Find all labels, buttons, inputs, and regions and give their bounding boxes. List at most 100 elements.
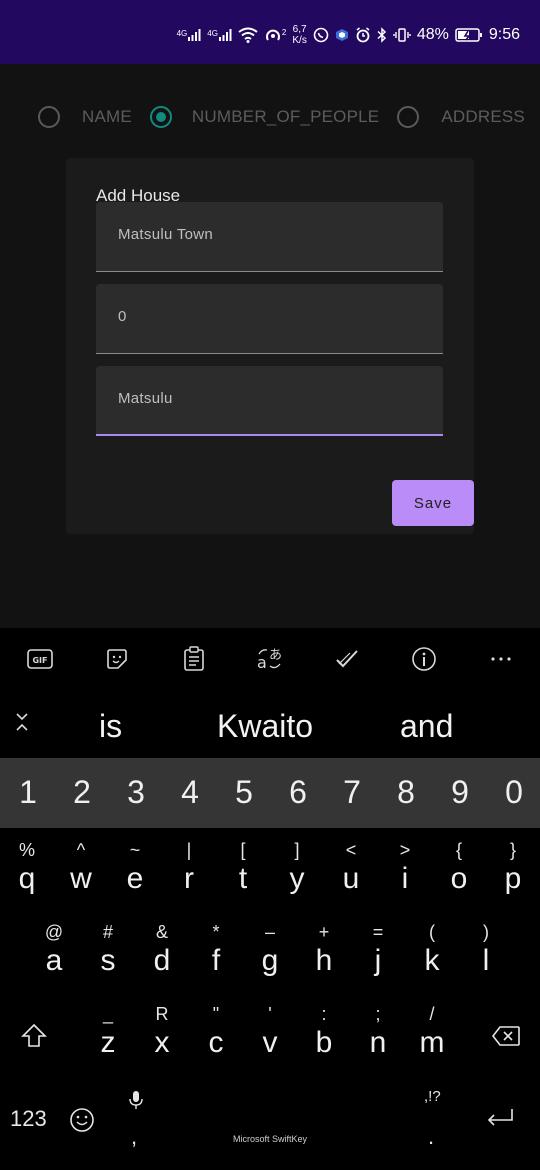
key-primary: a <box>45 944 63 977</box>
sticker-icon[interactable] <box>103 645 131 673</box>
signal-icon-1: 4G <box>177 28 202 42</box>
key-secondary: ; <box>375 1004 381 1024</box>
key-primary: z <box>100 1026 116 1059</box>
radio-name[interactable]: NAME <box>38 106 132 128</box>
key-primary: y <box>289 862 305 895</box>
key-t[interactable]: [t <box>220 838 266 896</box>
key-x[interactable]: Rx <box>139 1002 185 1060</box>
key-secondary: ] <box>294 840 300 860</box>
backspace-icon[interactable] <box>490 1022 522 1050</box>
key-1[interactable]: 1 <box>8 774 48 811</box>
key-n[interactable]: ; n <box>355 1002 401 1060</box>
radio-number-of-people[interactable]: NUMBER_OF_PEOPLE <box>149 106 380 128</box>
key-c[interactable]: " c <box>193 1002 239 1060</box>
clock: 9:56 <box>488 26 520 43</box>
suggestion-2[interactable]: Kwaito <box>217 708 313 745</box>
key-4[interactable]: 4 <box>170 774 210 811</box>
battery-icon <box>455 27 483 43</box>
emoji-icon[interactable] <box>68 1106 96 1134</box>
key-k[interactable]: (k <box>409 920 455 978</box>
key-primary: x <box>154 1026 170 1059</box>
clipboard-icon[interactable] <box>180 645 208 673</box>
key-primary: c <box>208 1026 224 1059</box>
keyboard-toolbar: GIF aあ <box>0 628 540 690</box>
number-of-people-input[interactable] <box>116 307 420 326</box>
key-secondary: < <box>345 840 357 860</box>
key-secondary: : <box>321 1004 327 1024</box>
key-5[interactable]: 5 <box>224 774 264 811</box>
app-screen: NAME NUMBER_OF_PEOPLE ADDRESS Add House … <box>0 64 540 628</box>
radio-circle-icon[interactable] <box>397 106 420 128</box>
key-i[interactable]: > i <box>382 838 428 896</box>
vibrate-icon <box>393 27 411 43</box>
key-f[interactable]: * f <box>193 920 239 978</box>
name-field[interactable] <box>96 202 443 272</box>
key-m[interactable]: / m <box>409 1002 455 1060</box>
radio-circle-icon[interactable] <box>38 106 60 128</box>
network-speed: 6,7 K/s <box>292 24 307 46</box>
suggestion-1[interactable]: is <box>99 708 122 745</box>
key-r[interactable]: | r <box>166 838 212 896</box>
key-h[interactable]: + h <box>301 920 347 978</box>
number-of-people-field[interactable] <box>96 284 443 354</box>
enter-icon[interactable] <box>484 1104 516 1132</box>
key-7[interactable]: 7 <box>332 774 372 811</box>
key-v[interactable]: ' v <box>247 1002 293 1060</box>
radio-checked-icon[interactable] <box>149 106 172 128</box>
key-u[interactable]: < u <box>328 838 374 896</box>
period-key[interactable]: . <box>428 1124 434 1150</box>
key-0[interactable]: 0 <box>494 774 534 811</box>
key-secondary: ( <box>429 922 435 942</box>
key-primary: l <box>482 944 490 977</box>
name-input[interactable] <box>116 225 420 244</box>
radio-label: NUMBER_OF_PEOPLE <box>191 107 380 126</box>
radio-address[interactable]: ADDRESS <box>397 106 525 128</box>
radio-label: ADDRESS <box>441 107 525 126</box>
more-options-icon[interactable] <box>487 645 515 673</box>
numbers-key[interactable]: 123 <box>10 1106 47 1132</box>
key-secondary: > <box>399 840 411 860</box>
key-q[interactable]: % q <box>4 838 50 896</box>
key-primary: u <box>342 862 360 895</box>
collapse-icon[interactable] <box>8 708 36 736</box>
address-input[interactable] <box>116 389 420 408</box>
key-e[interactable]: ~ e <box>112 838 158 896</box>
key-g[interactable]: – g <box>247 920 293 978</box>
key-secondary: ^ <box>76 840 86 860</box>
whatsapp-icon <box>313 27 329 43</box>
shift-icon[interactable] <box>20 1022 48 1050</box>
key-2[interactable]: 2 <box>62 774 102 811</box>
info-icon[interactable] <box>410 645 438 673</box>
key-p[interactable]: } p <box>490 838 536 896</box>
key-6[interactable]: 6 <box>278 774 318 811</box>
status-bar: 4G 4G 2 6,7 K/s 48% 9:56 <box>0 0 540 64</box>
hotspot-icon: 2 <box>264 27 286 43</box>
key-d[interactable]: & d <box>139 920 185 978</box>
key-9[interactable]: 9 <box>440 774 480 811</box>
alarm-icon <box>355 27 371 43</box>
key-s[interactable]: # s <box>85 920 131 978</box>
key-8[interactable]: 8 <box>386 774 426 811</box>
key-j[interactable]: = j <box>355 920 401 978</box>
key-y[interactable]: ] y <box>274 838 320 896</box>
save-button[interactable]: Save <box>392 480 474 526</box>
key-3[interactable]: 3 <box>116 774 156 811</box>
gif-icon[interactable]: GIF <box>26 645 54 673</box>
address-field[interactable] <box>96 366 443 436</box>
suggestion-3[interactable]: and <box>400 708 453 745</box>
editor-check-icon[interactable] <box>333 645 361 673</box>
signal-icon-2: 4G <box>207 28 232 42</box>
key-primary: j <box>374 944 382 977</box>
key-a[interactable]: @ a <box>31 920 77 978</box>
svg-text:あ: あ <box>269 648 282 663</box>
key-z[interactable]: _ z <box>85 1002 131 1060</box>
key-b[interactable]: :b <box>301 1002 347 1060</box>
key-secondary: & <box>155 922 168 942</box>
key-l[interactable]: ) l <box>463 920 509 978</box>
key-o[interactable]: {o <box>436 838 482 896</box>
microphone-icon[interactable] <box>122 1086 150 1114</box>
key-secondary: # <box>102 922 113 942</box>
key-w[interactable]: ^ w <box>58 838 104 896</box>
translate-icon[interactable]: aあ <box>256 645 284 673</box>
number-row: 1 2 3 4 5 6 7 8 9 0 <box>0 758 540 828</box>
